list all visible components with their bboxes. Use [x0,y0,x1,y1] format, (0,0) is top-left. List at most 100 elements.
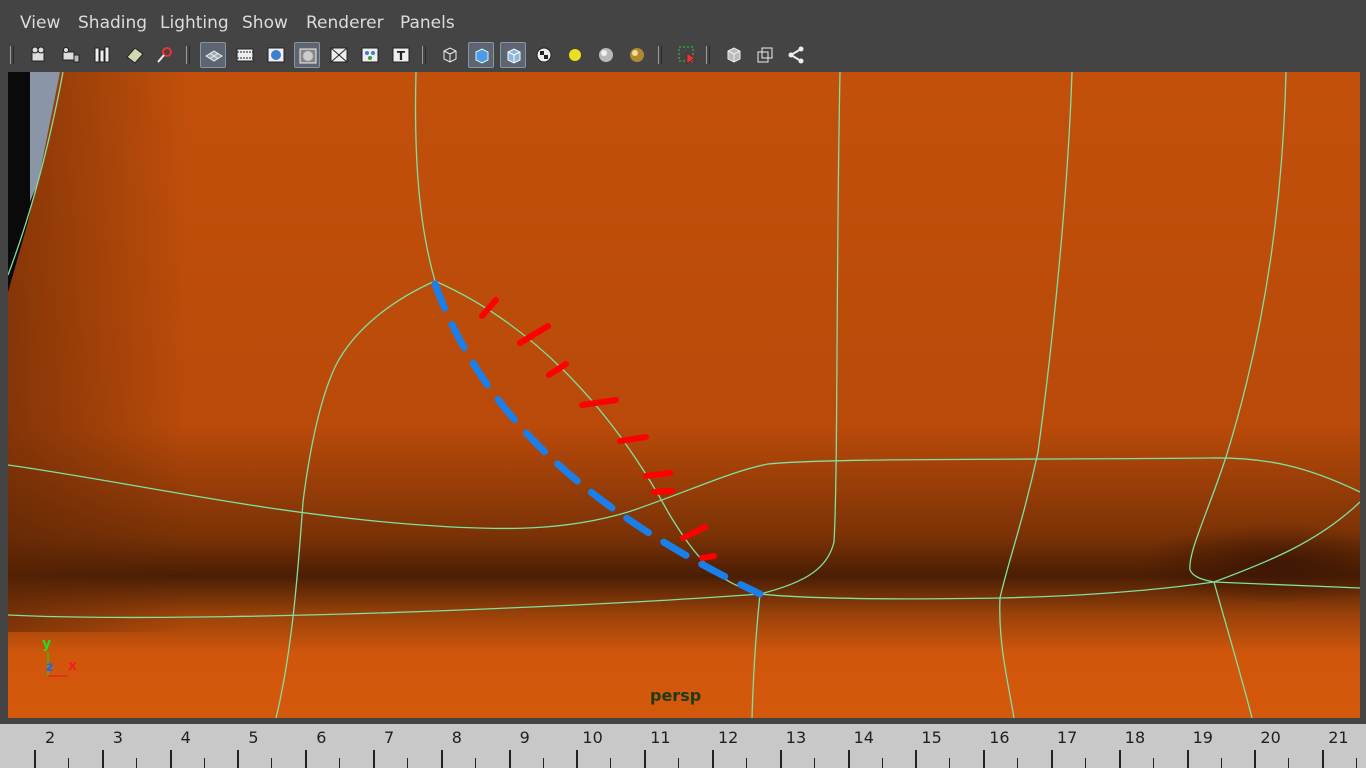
textured-icon[interactable] [531,42,557,68]
toolbar-separator [706,44,710,66]
frame-tick [1118,750,1121,768]
viewport-menu-bar: View Shading Lighting Show Renderer Pane… [0,0,1366,40]
frame-tick [813,758,815,768]
frame-label: 7 [384,728,395,747]
viewport-scene [8,72,1360,718]
frame-tick [339,758,341,768]
xray-components-icon[interactable] [783,42,809,68]
wireframe-on-shaded-icon[interactable] [500,42,526,68]
frame-tick [101,750,104,768]
wireframe-icon[interactable] [437,42,463,68]
xray-joints-icon[interactable] [752,42,778,68]
resolution-gate-icon[interactable] [263,42,289,68]
frame-tick [1322,750,1325,768]
frame-label: 2 [45,728,56,747]
safe-title-icon[interactable]: T [388,42,414,68]
frame-tick [983,750,986,768]
viewport-toolbar: T [0,40,1366,70]
svg-text:T: T [397,49,406,63]
frame-tick [644,750,647,768]
frame-tick [1220,758,1222,768]
frame-label: 17 [1057,728,1078,747]
frame-tick [508,750,511,768]
image-plane-icon[interactable] [122,42,148,68]
frame-label: 15 [921,728,942,747]
frame-tick [237,750,240,768]
frame-tick [440,750,443,768]
grid-icon[interactable] [200,42,226,68]
xray-icon[interactable] [721,42,747,68]
screen-space-ao-icon[interactable] [624,42,650,68]
menu-show[interactable]: Show [242,13,288,33]
frame-tick [1254,750,1257,768]
gate-mask-icon[interactable] [294,42,320,68]
frame-label: 4 [180,728,191,747]
frame-tick [135,758,137,768]
frame-tick [949,758,951,768]
frame-tick [474,758,476,768]
menu-lighting[interactable]: Lighting [160,13,229,33]
mesh-surface [8,72,1360,718]
frame-label: 6 [316,728,327,747]
frame-tick [1051,750,1053,768]
frame-tick [610,758,612,768]
toolbar-separator [186,44,190,66]
frame-tick [1186,750,1189,768]
frame-tick [68,758,69,768]
menu-panels[interactable]: Panels [400,13,455,33]
time-slider[interactable]: 2 3 4 5 6 7 8 9 10 11 12 13 14 15 16 17 18 19 20 21 [0,724,1366,768]
menu-renderer[interactable]: Renderer [306,13,384,33]
frame-tick [847,750,850,768]
frame-tick [576,750,579,768]
frame-label: 9 [519,728,530,747]
frame-tick [915,750,918,768]
frame-label: 20 [1260,728,1281,747]
frame-label: 12 [718,728,739,747]
frame-tick [1356,758,1358,768]
frame-tick [779,750,782,768]
camera-select-icon[interactable] [26,42,52,68]
camera-attributes-icon[interactable] [58,42,84,68]
frame-label: 19 [1192,728,1213,747]
frame-tick [169,750,172,768]
perspective-viewport[interactable]: y z x persp [8,72,1360,718]
frame-tick [712,750,714,768]
frame-tick [881,758,883,768]
toolbar-separator [10,44,14,66]
frame-tick [203,758,205,768]
frame-tick [746,758,747,768]
menu-view[interactable]: View [20,13,60,33]
frame-tick [1085,758,1086,768]
frame-tick [1017,758,1019,768]
frame-label: 5 [248,728,259,747]
frame-label: 18 [1124,728,1146,747]
frame-label: 21 [1328,728,1349,747]
field-chart-icon[interactable] [326,42,352,68]
frame-label: 8 [451,728,462,747]
frame-tick [1152,758,1154,768]
two-d-pan-zoom-icon[interactable] [152,42,178,68]
shadows-icon[interactable] [593,42,619,68]
smooth-shade-icon[interactable] [468,42,494,68]
use-all-lights-icon[interactable] [562,42,588,68]
frame-label: 10 [582,728,603,747]
menu-shading[interactable]: Shading [78,13,147,33]
frame-tick [678,758,680,768]
frame-tick [271,758,273,768]
toolbar-separator [422,44,426,66]
bookmarks-icon[interactable] [90,42,116,68]
frame-tick [373,750,375,768]
camera-label: persp [650,686,702,705]
frame-label: 3 [112,728,123,747]
frame-label: 13 [785,728,807,747]
axis-label-z: z [46,660,54,675]
frame-tick [1288,758,1290,768]
frame-tick [407,758,408,768]
axis-label-x: x [68,658,78,674]
toolbar-separator [658,44,662,66]
film-gate-icon[interactable] [232,42,258,68]
safe-action-icon[interactable] [357,42,383,68]
isolate-select-icon[interactable] [674,42,700,68]
frame-tick [305,750,308,768]
axis-label-y: y [42,636,52,652]
